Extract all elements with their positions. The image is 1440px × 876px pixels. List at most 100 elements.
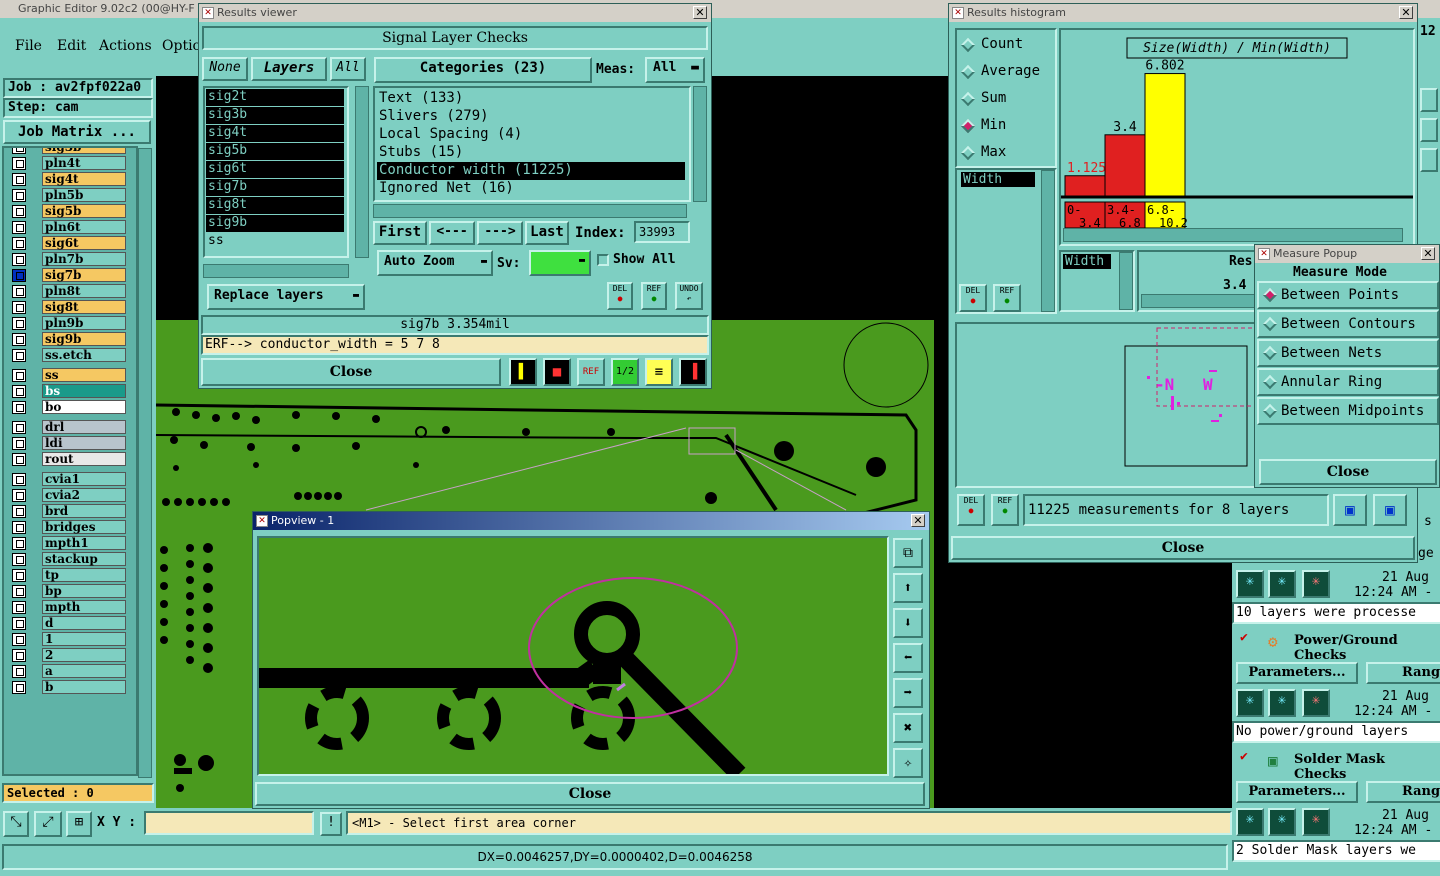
layer-row[interactable]: 1 — [10, 632, 128, 647]
category-list-item[interactable]: Ignored Net (16) — [377, 180, 685, 198]
category-list-item[interactable]: Local Spacing (4) — [377, 126, 685, 144]
layer-row[interactable]: drl — [10, 420, 128, 435]
measure-radio[interactable] — [1262, 403, 1278, 419]
layer-row[interactable]: rout — [10, 452, 128, 467]
layer-name[interactable]: bp — [42, 584, 126, 598]
export-icon[interactable]: ■ — [543, 358, 571, 386]
xy-input[interactable] — [144, 811, 314, 835]
all-layers-button[interactable]: All — [330, 57, 366, 81]
measure-mode-option[interactable]: Between Midpoints — [1257, 397, 1439, 425]
layer-checkbox[interactable] — [12, 617, 26, 630]
show-all-checkbox[interactable] — [597, 254, 609, 266]
layer-row[interactable]: sig6t — [10, 236, 128, 251]
width-scrollbar-2[interactable] — [1119, 252, 1133, 310]
meas-select[interactable]: All ▬ — [645, 57, 705, 83]
index-input[interactable]: 33993 — [634, 221, 690, 243]
first-button[interactable]: First — [373, 221, 427, 245]
layer-name[interactable]: 1 — [42, 632, 126, 646]
mode-label[interactable]: Max — [981, 144, 1006, 160]
layer-name[interactable]: drl — [42, 420, 126, 434]
layer-checkbox[interactable] — [12, 253, 26, 266]
histogram-bar[interactable] — [1064, 175, 1106, 197]
pan-left-icon[interactable]: ⬅ — [893, 643, 923, 673]
xy-toggle-button[interactable]: ! — [320, 812, 342, 836]
mode-label[interactable]: Sum — [981, 90, 1006, 106]
layer-checkbox[interactable] — [12, 421, 26, 434]
category-list-item[interactable]: Slivers (279) — [377, 108, 685, 126]
layer-row[interactable]: cvia1 — [10, 472, 128, 487]
layer-checkbox[interactable] — [12, 385, 26, 398]
layer-name[interactable]: sig7b — [42, 268, 126, 282]
tool-icon-3[interactable]: ⊞ — [66, 811, 92, 837]
layer-list-item[interactable]: sig4t — [206, 125, 344, 143]
params-button-2[interactable]: Parameters... — [1236, 662, 1358, 684]
layer-checkbox[interactable] — [12, 148, 26, 154]
width-list-item-2[interactable]: Width — [1063, 254, 1111, 269]
layer-name[interactable]: bridges — [42, 520, 126, 534]
layers-button[interactable]: Layers — [251, 57, 327, 81]
layer-row[interactable]: sig5b — [10, 204, 128, 219]
side-button-1[interactable] — [1420, 88, 1438, 112]
pan-down-icon[interactable]: ⬇ — [893, 608, 923, 638]
res-slider[interactable] — [1141, 294, 1255, 308]
pan-right-icon[interactable]: ➡ — [893, 678, 923, 708]
categories-button[interactable]: Categories (23) — [374, 57, 592, 83]
layer-name[interactable]: 2 — [42, 648, 126, 662]
measure-radio[interactable] — [1262, 287, 1278, 303]
layer-list-item[interactable]: sig5b — [206, 143, 344, 161]
layer-row[interactable]: bridges — [10, 520, 128, 535]
mode-radio[interactable] — [960, 118, 976, 134]
layer-checkbox[interactable] — [12, 649, 26, 662]
layer-row[interactable]: ldi — [10, 436, 128, 451]
job-matrix-button[interactable]: Job Matrix ... — [3, 120, 151, 144]
mode-radio[interactable] — [960, 91, 976, 107]
layer-checkbox[interactable] — [12, 237, 26, 250]
layer-name[interactable]: d — [42, 616, 126, 630]
measure-radio[interactable] — [1262, 374, 1278, 390]
layer-checkbox[interactable] — [12, 453, 26, 466]
layer-row[interactable]: sig3b — [10, 148, 128, 155]
check-checkbox-2[interactable]: ✔ — [1240, 631, 1252, 644]
layer-checkbox[interactable] — [12, 173, 26, 186]
layer-list-item[interactable]: sig9b — [206, 215, 344, 233]
layer-checkbox[interactable] — [12, 437, 26, 450]
layer-row[interactable]: pln9b — [10, 316, 128, 331]
layer-checkbox[interactable] — [12, 569, 26, 582]
export-hist-icon-1[interactable]: ▣ — [1333, 494, 1367, 526]
layer-list-item[interactable]: ss — [206, 233, 344, 251]
mode-radio[interactable] — [960, 145, 976, 161]
hist-ref-icon-2[interactable]: REF ● — [991, 494, 1019, 526]
run-icon-1c[interactable]: ✳ — [1302, 570, 1330, 598]
prev-button[interactable]: <--- — [429, 221, 475, 245]
layer-list-scrollbar[interactable] — [138, 148, 152, 778]
side-button-2[interactable] — [1420, 118, 1438, 142]
hist-del-icon[interactable]: DEL ● — [959, 284, 987, 312]
layer-checkbox[interactable] — [12, 189, 26, 202]
zoom-out-icon[interactable]: ✧ — [893, 748, 923, 778]
layer-row[interactable]: 2 — [10, 648, 128, 663]
sv-color-select[interactable]: ▬ — [529, 250, 591, 276]
layer-checkbox[interactable] — [12, 601, 26, 614]
check-name-3[interactable]: Solder Mask Checks — [1294, 752, 1440, 782]
menu-file[interactable]: File — [15, 38, 42, 54]
popview-canvas[interactable] — [257, 536, 889, 781]
run-icon-3a[interactable]: ✳ — [1236, 808, 1264, 836]
layer-name[interactable]: sig6t — [42, 236, 126, 250]
layer-row[interactable]: cvia2 — [10, 488, 128, 503]
layer-name[interactable]: ss.etch — [42, 348, 126, 362]
width-scrollbar[interactable] — [1041, 170, 1055, 312]
layer-name[interactable]: pln7b — [42, 252, 126, 266]
menu-options[interactable]: Optio — [162, 38, 201, 54]
histogram-bar[interactable] — [1104, 134, 1146, 197]
run-icon-2b[interactable]: ✳ — [1268, 689, 1296, 717]
layer-row[interactable]: pln4t — [10, 156, 128, 171]
layer-name[interactable]: pln6t — [42, 220, 126, 234]
layer-checkbox[interactable] — [12, 301, 26, 314]
layer-row[interactable]: pln6t — [10, 220, 128, 235]
hist-close-button[interactable]: Close — [951, 536, 1415, 560]
layer-name[interactable]: mpth — [42, 600, 126, 614]
layer-row[interactable]: tp — [10, 568, 128, 583]
layer-checkbox[interactable] — [12, 553, 26, 566]
zoom-fit-icon[interactable]: ⧉ — [893, 538, 923, 568]
report-icon[interactable]: ▌ — [509, 358, 537, 386]
